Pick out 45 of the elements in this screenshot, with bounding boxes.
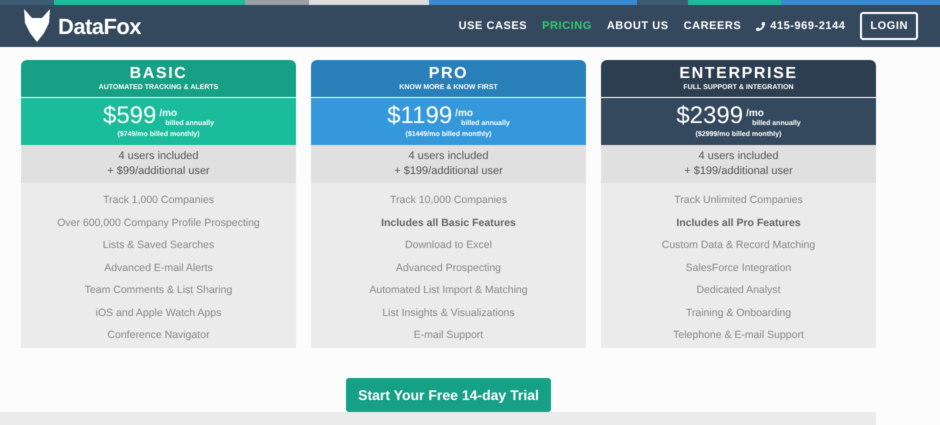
plan-name: BASIC [130,64,188,82]
feature-item: iOS and Apple Watch Apps [96,306,222,320]
users-included: 4 users included [698,149,779,164]
feature-item: Over 600,000 Company Profile Prospecting [57,216,260,230]
users-included: 4 users included [118,149,199,164]
price: $2399 [676,102,744,128]
login-button[interactable]: LOGIN [860,12,918,40]
plan-name: PRO [428,64,468,82]
feature-item: Track Unlimited Companies [674,193,803,208]
fox-logo-icon [22,9,52,43]
feature-item: Track 1,000 Companies [102,193,214,208]
feature-item: List Insights & Visualizations [382,306,515,320]
additional-user-price: + $199/additional user [394,164,503,179]
plan-name: ENTERPRISE [679,64,798,82]
nav-link[interactable]: CAREERS [684,18,742,34]
feature-item: Advanced Prospecting [396,260,502,276]
feature-item: Training & Onboarding [686,306,792,320]
price: $1199 [387,102,452,128]
feature-item: Dedicated Analyst [696,283,781,298]
feature-item: Lists & Saved Searches [102,238,214,253]
feature-item: Conference Navigator [107,328,210,343]
feature-item: Includes all Basic Features [381,216,516,230]
phone-number: 415-969-2144 [770,18,846,34]
price-unit: /mo [746,108,765,118]
price: $599 [102,102,156,128]
feature-item: Custom Data & Record Matching [662,238,816,253]
price-unit: /mo [159,108,178,118]
feature-item: Advanced E-mail Alerts [104,260,213,276]
feature-item: E-mail Support [414,328,484,343]
phone-icon [756,22,766,30]
feature-item: Telephone & E-mail Support [673,328,804,343]
feature-item: Track 10,000 Companies [390,193,507,208]
users-included: 4 users included [408,149,489,164]
additional-user-price: + $199/additional user [684,164,793,179]
nav-link[interactable]: ABOUT US [606,18,669,34]
feature-item: SalesForce Integration [686,260,792,276]
additional-user-price: + $99/additional user [107,164,210,179]
feature-item: Download to Excel [405,238,492,253]
feature-item: Automated List Import & Matching [369,283,528,298]
feature-item: Includes all Pro Features [676,216,801,230]
brand-logo[interactable]: DataFox [58,10,141,42]
feature-item: Team Comments & List Sharing [84,283,232,298]
nav-link[interactable]: USE CASES [458,18,528,34]
nav-link[interactable]: PRICING [542,18,592,34]
price-unit: /mo [455,108,474,118]
